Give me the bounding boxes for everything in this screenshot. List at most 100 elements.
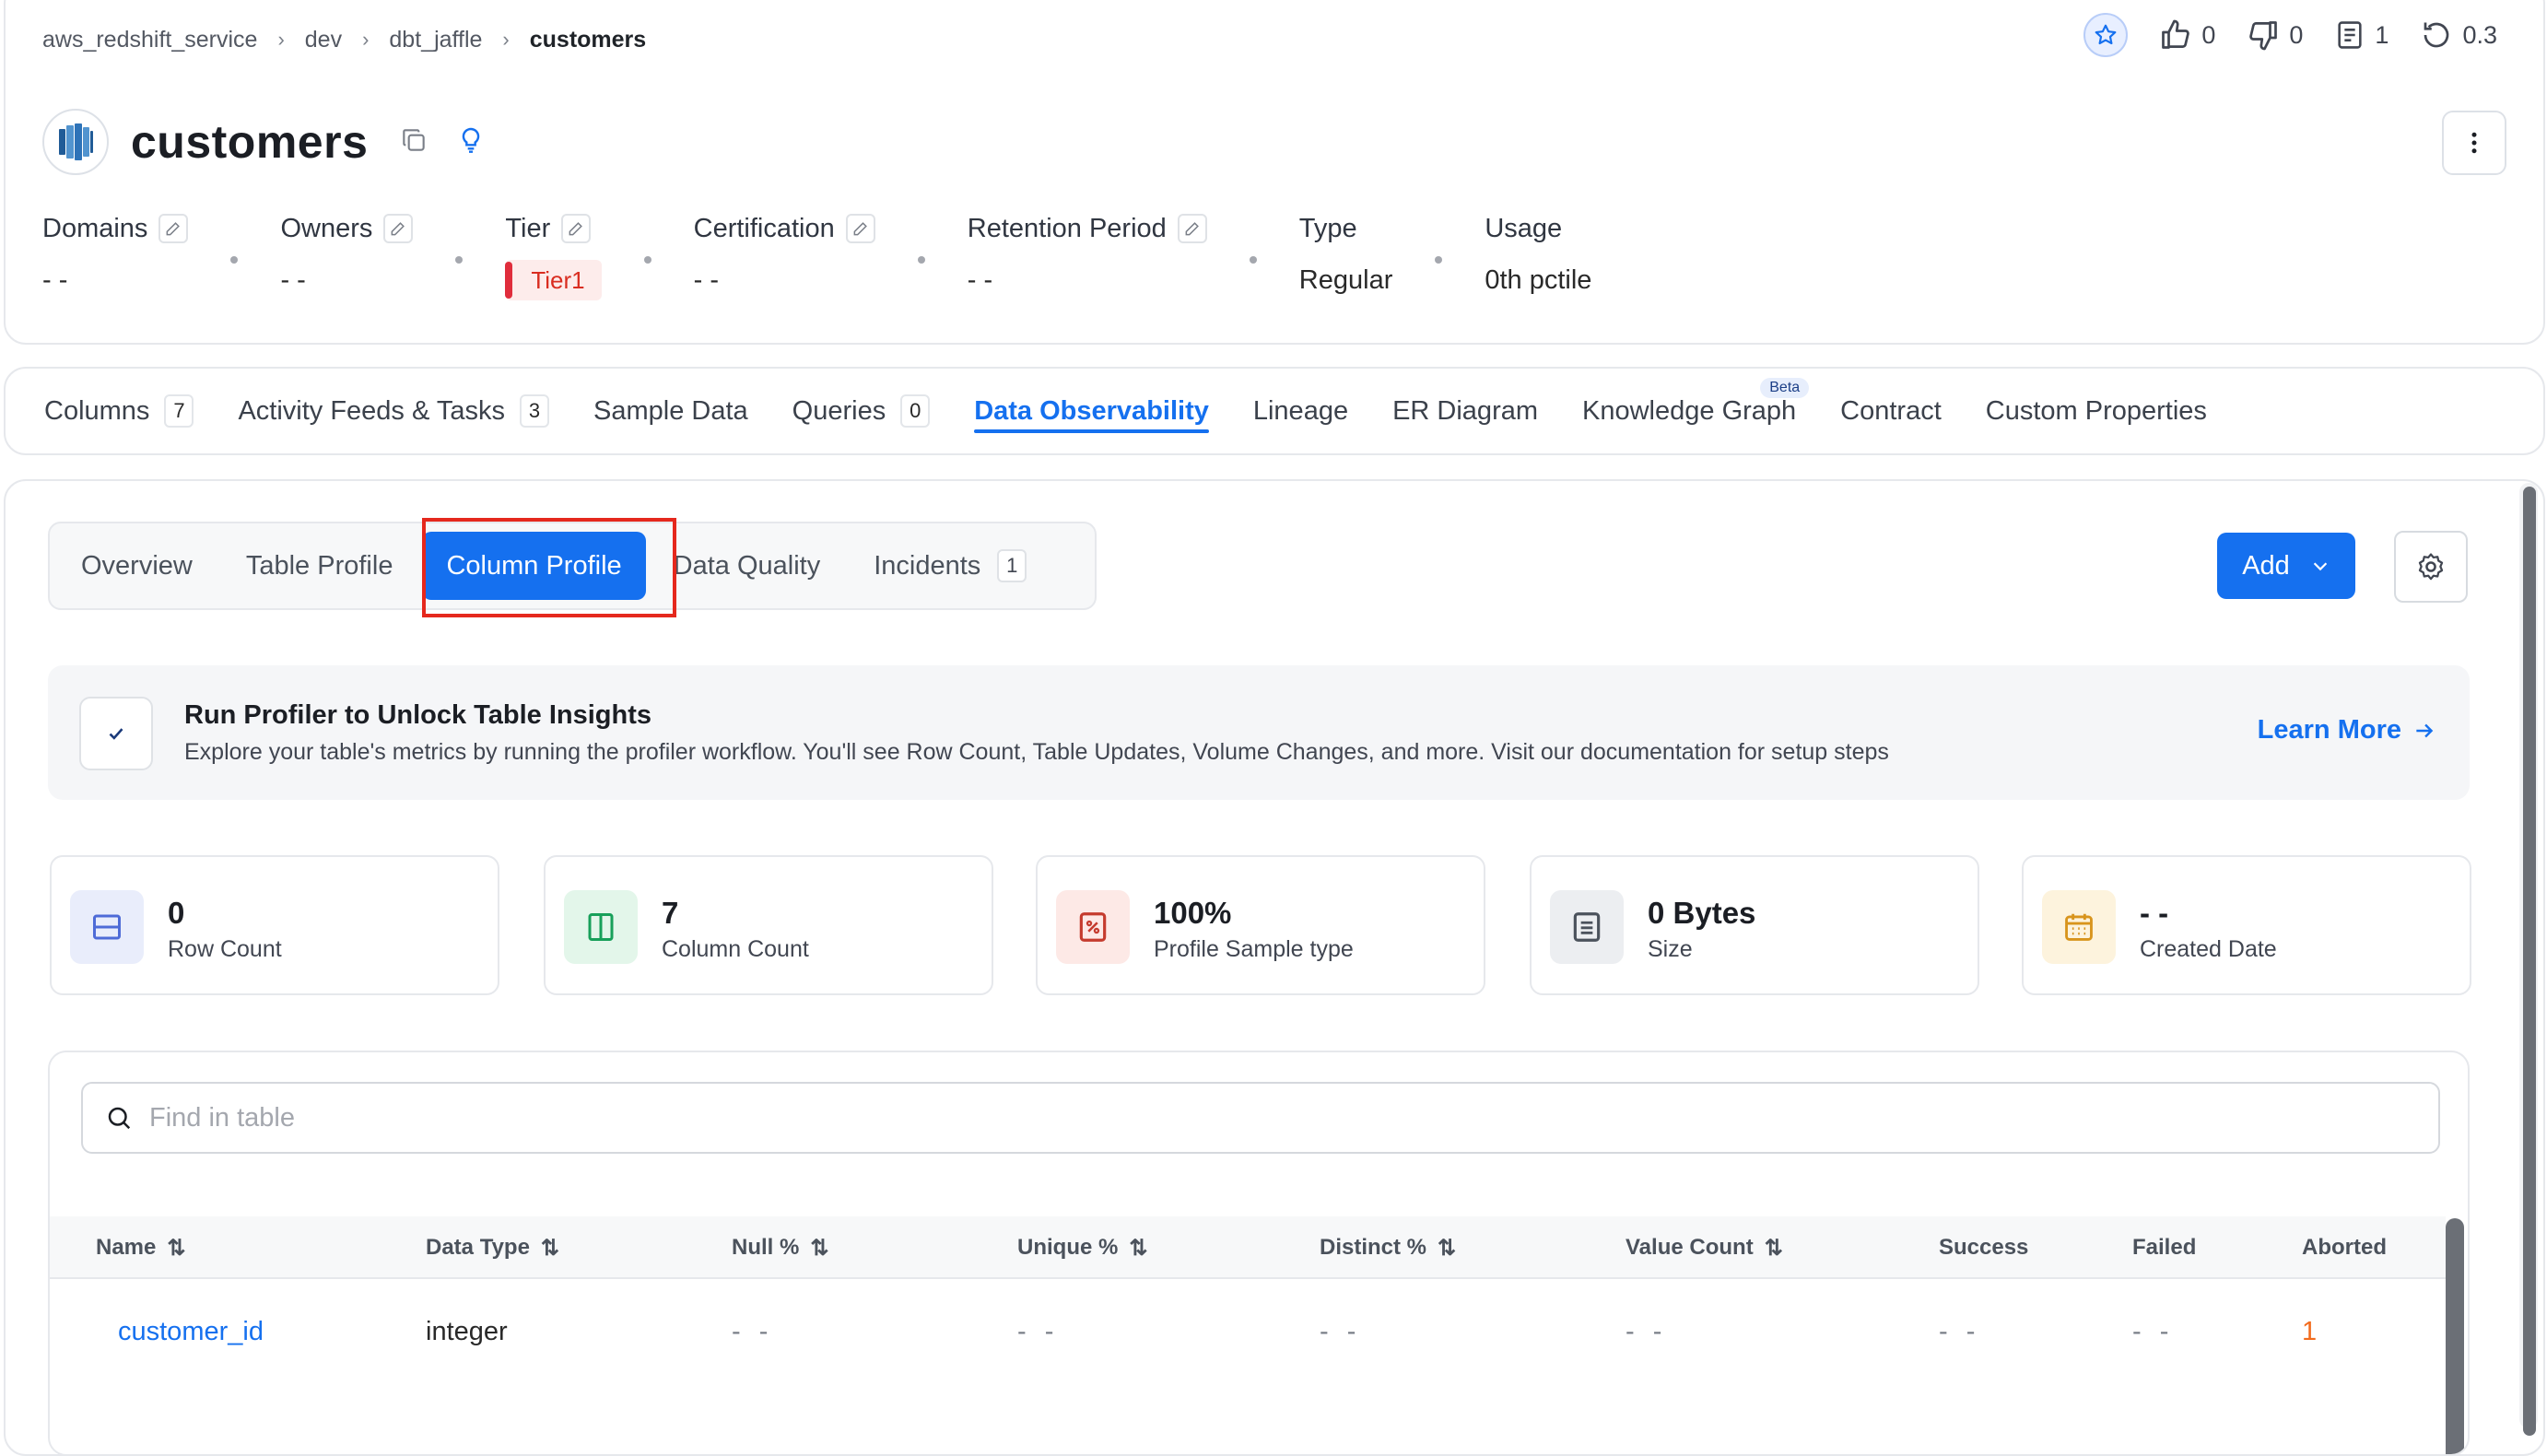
- stat-label: Created Date: [2140, 936, 2277, 962]
- like-button[interactable]: 0: [2159, 18, 2215, 52]
- subtab-overview[interactable]: Overview: [81, 532, 193, 600]
- sort-icon: ⇅: [167, 1235, 186, 1261]
- sort-icon: ⇅: [1764, 1235, 1783, 1261]
- learn-more-link[interactable]: Learn More: [2258, 715, 2436, 746]
- retention-field: Retention Period - -: [968, 210, 1207, 299]
- aborted-cell[interactable]: 1: [2302, 1281, 2317, 1382]
- percent-icon: [1056, 890, 1130, 964]
- edit-retention-icon[interactable]: [1177, 214, 1207, 243]
- tab-er-diagram[interactable]: ER Diagram: [1392, 369, 1538, 453]
- stat-value: 0 Bytes: [1648, 896, 1756, 930]
- tab-lineage[interactable]: Lineage: [1253, 369, 1348, 453]
- stat-label: Size: [1648, 936, 1693, 962]
- stat-card-row-count: 0 Row Count: [50, 855, 499, 995]
- tab-custom-properties[interactable]: Custom Properties: [1986, 369, 2207, 453]
- add-button[interactable]: Add: [2217, 533, 2355, 599]
- subtab-data-quality[interactable]: Data Quality: [674, 532, 821, 600]
- more-options-button[interactable]: [2442, 111, 2506, 175]
- stat-card-size: 0 Bytes Size: [1530, 855, 1979, 995]
- stat-card-column-count: 7 Column Count: [544, 855, 993, 995]
- separator-dot: [1249, 256, 1257, 264]
- failed-cell: - -: [2132, 1316, 2175, 1346]
- column-name-link[interactable]: customer_id: [118, 1281, 264, 1382]
- sort-icon: ⇅: [1438, 1235, 1457, 1261]
- chevron-down-icon: [2313, 562, 2327, 571]
- type-field: Type Regular: [1299, 210, 1393, 299]
- banner-description: Explore your table's metrics by running …: [184, 739, 1889, 765]
- edit-tier-icon[interactable]: [561, 214, 592, 243]
- tab-columns[interactable]: Columns 7: [44, 369, 194, 453]
- metadata-row: Domains - - Owners - - Tier Tier1 Certif…: [42, 210, 1591, 302]
- lightbulb-icon[interactable]: [456, 125, 486, 159]
- retention-value: - -: [967, 264, 993, 295]
- type-value: Regular: [1298, 264, 1393, 295]
- retention-label: Retention Period: [967, 213, 1167, 243]
- data-type-cell: integer: [426, 1316, 508, 1346]
- tab-queries[interactable]: Queries 0: [792, 369, 931, 453]
- follow-star-icon[interactable]: [2083, 13, 2129, 57]
- gear-icon: [2418, 553, 2444, 581]
- tab-count: 7: [164, 394, 194, 428]
- arrow-right-icon: [2416, 723, 2434, 737]
- chevron-right-icon: ›: [362, 28, 370, 51]
- tier-badge[interactable]: Tier1: [505, 260, 602, 300]
- column-header-value-count[interactable]: Value Count ⇅: [1626, 1216, 1783, 1279]
- column-header-null[interactable]: Null % ⇅: [732, 1216, 828, 1279]
- search-box[interactable]: [81, 1082, 2440, 1154]
- calendar-icon: [2042, 890, 2116, 964]
- separator-dot: [230, 256, 239, 264]
- owners-field: Owners - -: [280, 210, 414, 299]
- tab-knowledge-graph[interactable]: Knowledge Graph Beta: [1582, 369, 1810, 453]
- threads-button[interactable]: 1: [2334, 19, 2389, 51]
- banner-title: Run Profiler to Unlock Table Insights: [184, 700, 652, 730]
- tab-sample-data[interactable]: Sample Data: [593, 369, 748, 453]
- tabs-card: Columns 7 Activity Feeds & Tasks 3 Sample …: [4, 367, 2545, 455]
- add-label: Add: [2242, 550, 2290, 581]
- column-header-name[interactable]: Name ⇅: [96, 1216, 185, 1279]
- profiler-info-banner: Run Profiler to Unlock Table Insights Ex…: [48, 665, 2470, 800]
- owners-label: Owners: [280, 213, 373, 243]
- checkbox-icon: [79, 697, 153, 770]
- edit-domains-icon[interactable]: [158, 214, 189, 243]
- stat-card-profile-sample: 100% Profile Sample type: [1036, 855, 1485, 995]
- sort-icon: ⇅: [1129, 1235, 1148, 1261]
- stat-value: 7: [662, 896, 679, 930]
- settings-button[interactable]: [2394, 531, 2468, 603]
- domains-value: - -: [42, 264, 68, 295]
- column-header-distinct[interactable]: Distinct % ⇅: [1320, 1216, 1456, 1279]
- subtab-table-profile[interactable]: Table Profile: [246, 532, 393, 600]
- stat-label: Profile Sample type: [1154, 936, 1354, 962]
- copy-icon[interactable]: [399, 125, 428, 159]
- tab-data-observability[interactable]: Data Observability: [974, 369, 1209, 453]
- stat-value: 100%: [1154, 896, 1232, 930]
- breadcrumb-service[interactable]: aws_redshift_service: [42, 27, 257, 53]
- chevron-right-icon: ›: [277, 28, 285, 51]
- certification-value: - -: [693, 264, 720, 295]
- breadcrumb-database[interactable]: dev: [305, 27, 342, 53]
- table-scrollbar[interactable]: [2446, 1218, 2464, 1454]
- title-row: customers: [42, 109, 486, 175]
- column-header-aborted: Aborted: [2302, 1235, 2387, 1260]
- separator-dot: [455, 256, 464, 264]
- column-header-data-type[interactable]: Data Type ⇅: [426, 1216, 559, 1279]
- tier-value: Tier1: [531, 265, 585, 294]
- subtab-incidents[interactable]: Incidents 1: [874, 532, 1027, 600]
- tab-contract[interactable]: Contract: [1840, 369, 1942, 453]
- search-input[interactable]: [147, 1101, 2359, 1134]
- column-header-unique[interactable]: Unique % ⇅: [1017, 1216, 1147, 1279]
- dislike-button[interactable]: 0: [2247, 18, 2303, 52]
- version-button[interactable]: 0.3: [2420, 18, 2497, 52]
- owners-value: - -: [280, 264, 306, 295]
- stat-value: - -: [2140, 896, 2169, 930]
- edit-certification-icon[interactable]: [845, 214, 875, 243]
- certification-label: Certification: [693, 213, 835, 243]
- separator-dot: [917, 256, 925, 264]
- stat-label: Row Count: [168, 936, 282, 962]
- tier-label: Tier: [505, 213, 551, 243]
- column-count-icon: [564, 890, 638, 964]
- edit-owners-icon[interactable]: [383, 214, 414, 243]
- page-scrollbar[interactable]: [2523, 487, 2536, 1436]
- value-count-cell: - -: [1626, 1316, 1668, 1346]
- breadcrumb-schema[interactable]: dbt_jaffle: [389, 27, 482, 53]
- tab-activity-feeds[interactable]: Activity Feeds & Tasks 3: [238, 369, 549, 453]
